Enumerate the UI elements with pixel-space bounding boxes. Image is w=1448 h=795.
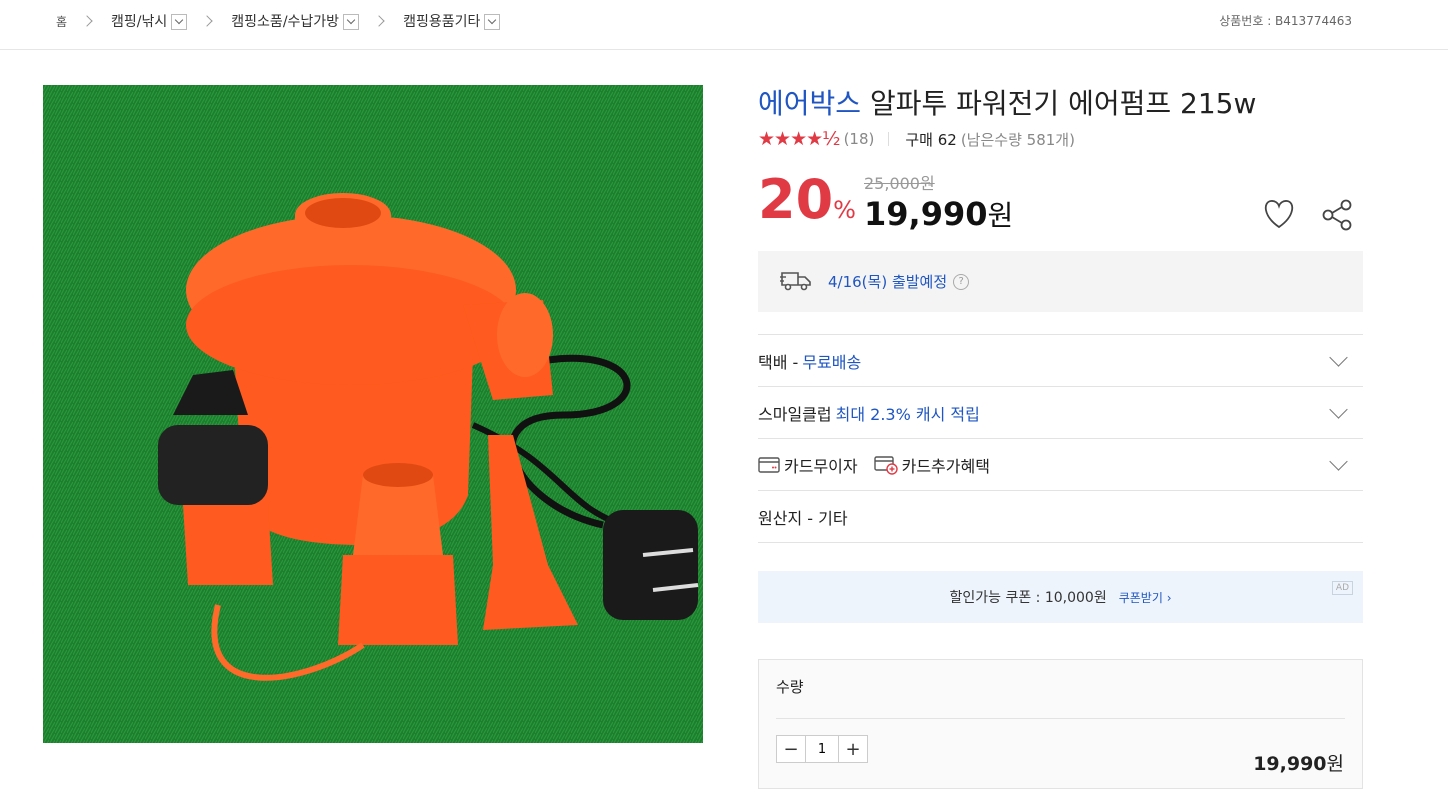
product-number: 상품번호 : B413774463 [1219,14,1352,28]
card-plus-icon [873,455,898,475]
smileclub-row[interactable]: 스마일클럽 최대 2.3% 캐시 적립 [758,387,1363,439]
increase-button[interactable]: + [839,736,867,762]
breadcrumb-item-3[interactable]: 캠핑용품기타 [403,11,480,31]
ad-badge: AD [1331,581,1353,595]
breadcrumb-item-2[interactable]: 캠핑소품/수납가방 [231,11,339,31]
product-title: 에어박스 알파투 파워전기 에어펌프 215w [758,84,1363,124]
smileclub-value: 최대 2.3% 캐시 적립 [835,404,980,424]
quantity-label: 수량 [776,678,804,696]
benefit-list: 택배 - 무료배송 스마일클럽 최대 2.3% 캐시 적립 카드무이자 카드추가… [758,334,1363,543]
product-image[interactable] [43,85,703,743]
card-benefit-row[interactable]: 카드무이자 카드추가혜택 [758,439,1363,491]
decrease-button[interactable]: − [777,736,805,762]
card-installment[interactable]: 카드무이자 [758,453,858,477]
discount-value: 20 [758,168,834,231]
sale-price-value: 19,990 [864,195,988,233]
shipping-info: 4/16(목) 출발예정 ? [758,251,1363,312]
dropdown-icon[interactable] [171,14,188,30]
sale-price-currency: 원 [987,199,1014,232]
discount-unit: % [833,196,856,224]
chevron-down-icon[interactable] [1329,452,1348,471]
dropdown-icon[interactable] [484,14,501,30]
divider [776,718,1345,719]
quantity-box: 수량 − + 19,990원 [758,659,1363,789]
delivery-value: 무료배송 [802,352,862,372]
card-extra-benefit[interactable]: 카드추가혜택 [873,453,990,477]
price-block: 20% 25,000원 19,990원 [758,158,1363,248]
chevron-right-icon [373,15,385,27]
quantity-input[interactable] [805,736,839,762]
chevron-down-icon[interactable] [1329,348,1348,367]
stock-remaining: (남은수량 581개) [960,130,1075,149]
chevron-right-icon [81,15,93,27]
card-extra-label: 카드추가혜택 [901,456,990,476]
dropdown-icon[interactable] [343,14,360,30]
total-price-value: 19,990 [1253,753,1327,775]
help-icon[interactable]: ? [953,273,970,290]
chevron-down-icon[interactable] [1329,400,1348,419]
card-icon [758,456,780,473]
breadcrumb-item-1[interactable]: 캠핑/낚시 [111,11,167,31]
card-installment-label: 카드무이자 [784,456,858,476]
total-price: 19,990원 [1253,749,1344,776]
breadcrumb-home[interactable]: 홈 [56,13,67,30]
product-name: 알파투 파워전기 에어펌프 215w [861,87,1257,120]
share-icon[interactable] [1321,198,1355,236]
star-rating-icon: ★★★★½ [758,128,841,150]
breadcrumb: 홈 캠핑/낚시 캠핑소품/수납가방 캠핑용품기타 [56,11,501,31]
product-info: 에어박스 알파투 파워전기 에어펌프 215w ★★★★½ (18) 구매 62… [758,84,1363,789]
coupon-get-link[interactable]: 쿠폰받기 › [1119,589,1172,606]
delivery-label: 택배 - [758,352,799,372]
truck-icon [780,269,812,295]
total-price-currency: 원 [1326,753,1344,775]
purchase-count: 구매 62 [905,130,957,149]
chevron-right-icon [201,15,213,27]
review-count[interactable]: (18) [844,130,875,148]
brand-link[interactable]: 에어박스 [758,87,861,120]
heart-icon[interactable] [1261,198,1297,234]
smileclub-label: 스마일클럽 [758,404,832,424]
breadcrumb-bar: 홈 캠핑/낚시 캠핑소품/수납가방 캠핑용품기타 상품번호 : B4137744… [0,0,1448,50]
origin-row: 원산지 - 기타 [758,491,1363,543]
shipping-date: 4/16(목) 출발예정 [828,273,948,291]
sale-price: 19,990원 [864,194,1013,234]
coupon-banner[interactable]: 할인가능 쿠폰 : 10,000원 쿠폰받기 › AD [758,571,1363,623]
divider [888,132,890,146]
coupon-text: 할인가능 쿠폰 : 10,000원 [949,590,1107,606]
rating-row: ★★★★½ (18) 구매 62 (남은수량 581개) [758,128,1363,150]
origin-label: 원산지 - 기타 [758,508,848,528]
delivery-row[interactable]: 택배 - 무료배송 [758,335,1363,387]
discount-rate: 20% [758,172,856,238]
original-price: 25,000원 [864,174,935,193]
quantity-stepper[interactable]: − + [776,735,868,763]
